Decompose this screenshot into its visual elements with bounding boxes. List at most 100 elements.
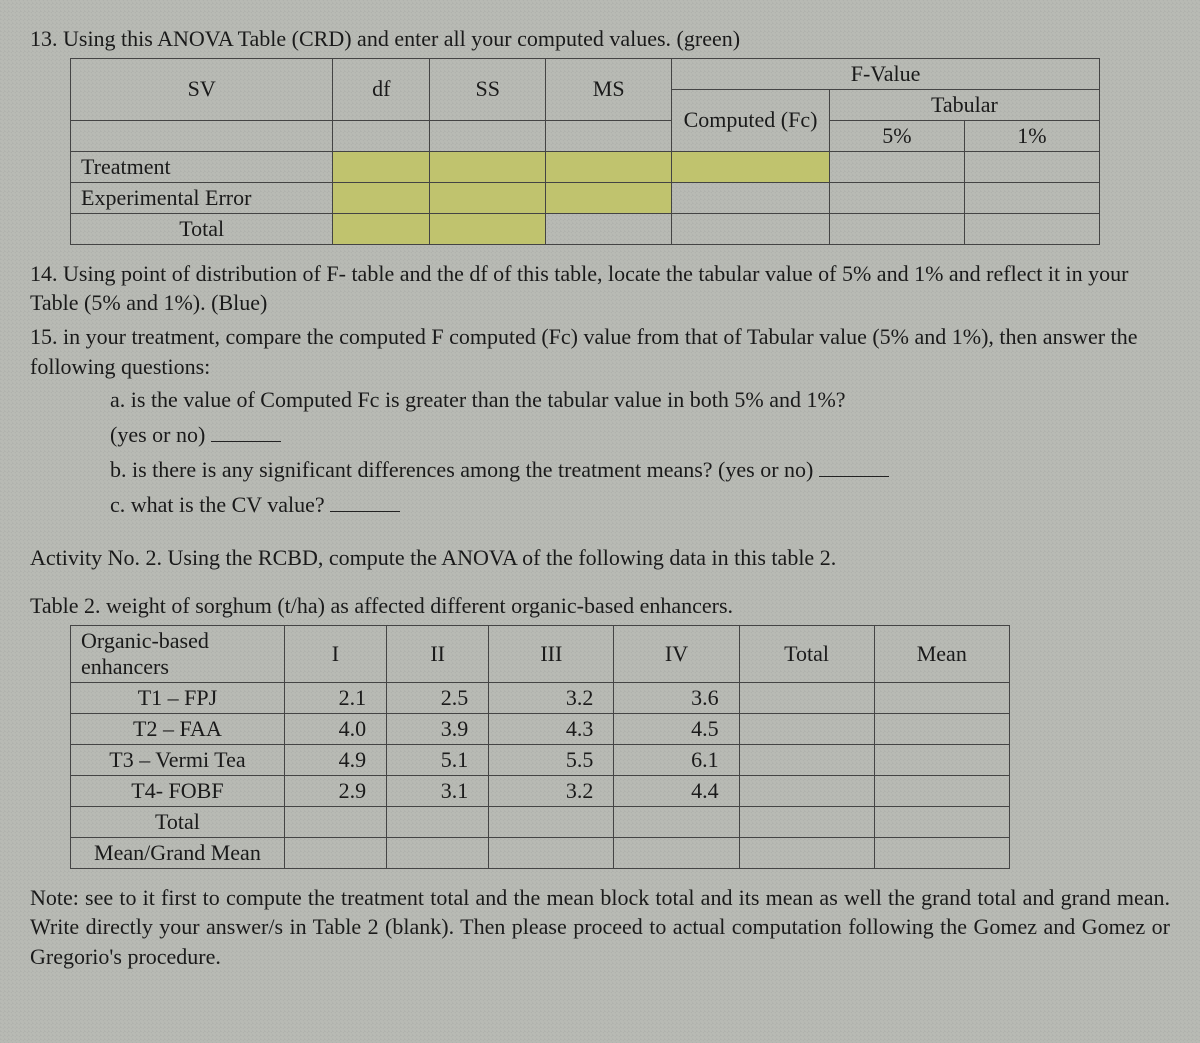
q15-a2: (yes or no) bbox=[110, 422, 205, 447]
table2-caption: Table 2. weight of sorghum (t/ha) as aff… bbox=[30, 591, 1170, 621]
t1-I: 2.1 bbox=[284, 682, 386, 713]
row-error: Experimental Error bbox=[71, 182, 1100, 213]
q15-a2-line: (yes or no) bbox=[110, 419, 1170, 450]
col-mean-II[interactable] bbox=[387, 837, 489, 868]
h-5pct: 5% bbox=[829, 120, 964, 151]
col-total-I[interactable] bbox=[284, 806, 386, 837]
h-ms: MS bbox=[546, 58, 672, 120]
t3-IV: 6.1 bbox=[614, 744, 739, 775]
h2-group: Organic-based enhancers bbox=[71, 625, 285, 682]
h-tabular: Tabular bbox=[829, 89, 1099, 120]
t2-row-total: Total bbox=[71, 806, 1010, 837]
h-fvalue: F-Value bbox=[672, 58, 1100, 89]
t2-row-t3: T3 – Vermi Tea 4.9 5.1 5.5 6.1 bbox=[71, 744, 1010, 775]
cell-err-1 bbox=[964, 182, 1099, 213]
col-mean-IV[interactable] bbox=[614, 837, 739, 868]
t2-row-grand: Mean/Grand Mean bbox=[71, 837, 1010, 868]
t2-row-t4: T4- FOBF 2.9 3.1 3.2 4.4 bbox=[71, 775, 1010, 806]
t2-I: 4.0 bbox=[284, 713, 386, 744]
cell-trt-ms[interactable] bbox=[546, 151, 672, 182]
q14-text: 14. Using point of distribution of F- ta… bbox=[30, 259, 1170, 318]
t2-III: 4.3 bbox=[489, 713, 614, 744]
h2-total: Total bbox=[739, 625, 874, 682]
t1-total[interactable] bbox=[739, 682, 874, 713]
note-text: Note: see to it first to compute the tre… bbox=[30, 883, 1170, 972]
t1-mean[interactable] bbox=[874, 682, 1009, 713]
t3-label: T3 – Vermi Tea bbox=[71, 744, 285, 775]
row-treatment: Treatment bbox=[71, 151, 1100, 182]
col-mean-III[interactable] bbox=[489, 837, 614, 868]
lbl-treatment: Treatment bbox=[71, 151, 333, 182]
h2-II: II bbox=[387, 625, 489, 682]
t2-IV: 4.5 bbox=[614, 713, 739, 744]
grand-total-mean[interactable] bbox=[874, 806, 1009, 837]
blank-b[interactable] bbox=[819, 454, 889, 477]
col-total-II[interactable] bbox=[387, 806, 489, 837]
lbl-total: Total bbox=[71, 213, 333, 244]
cell-err-ms[interactable] bbox=[546, 182, 672, 213]
t2-label: T2 – FAA bbox=[71, 713, 285, 744]
cell-err-ss[interactable] bbox=[430, 182, 546, 213]
q15-lead: 15. in your treatment, compare the compu… bbox=[30, 322, 1170, 381]
h2-IV: IV bbox=[614, 625, 739, 682]
t2-II: 3.9 bbox=[387, 713, 489, 744]
t2-total[interactable] bbox=[739, 713, 874, 744]
t3-II: 5.1 bbox=[387, 744, 489, 775]
t3-mean[interactable] bbox=[874, 744, 1009, 775]
q15-b: b. is there is any significant differenc… bbox=[110, 457, 813, 482]
grand-mean[interactable] bbox=[874, 837, 1009, 868]
h2-mean: Mean bbox=[874, 625, 1009, 682]
t4-total[interactable] bbox=[739, 775, 874, 806]
t4-III: 3.2 bbox=[489, 775, 614, 806]
anova-header-row1: SV df SS MS F-Value bbox=[71, 58, 1100, 89]
t3-I: 4.9 bbox=[284, 744, 386, 775]
cell-tot-ss[interactable] bbox=[430, 213, 546, 244]
h2-I: I bbox=[284, 625, 386, 682]
t2-mean[interactable] bbox=[874, 713, 1009, 744]
t4-label: T4- FOBF bbox=[71, 775, 285, 806]
t2-header: Organic-based enhancers I II III IV Tota… bbox=[71, 625, 1010, 682]
t4-mean[interactable] bbox=[874, 775, 1009, 806]
t2-row-t1: T1 – FPJ 2.1 2.5 3.2 3.6 bbox=[71, 682, 1010, 713]
q15-c-line: c. what is the CV value? bbox=[110, 489, 1170, 520]
t1-IV: 3.6 bbox=[614, 682, 739, 713]
h-computed: Computed (Fc) bbox=[672, 89, 830, 151]
anova-header-row3: 5% 1% bbox=[71, 120, 1100, 151]
t4-IV: 4.4 bbox=[614, 775, 739, 806]
t1-II: 2.5 bbox=[387, 682, 489, 713]
cell-trt-1[interactable] bbox=[964, 151, 1099, 182]
cell-trt-fc[interactable] bbox=[672, 151, 830, 182]
blank-c[interactable] bbox=[330, 489, 400, 512]
anova-table: SV df SS MS F-Value Computed (Fc) Tabula… bbox=[70, 58, 1100, 245]
t2-row-t2: T2 – FAA 4.0 3.9 4.3 4.5 bbox=[71, 713, 1010, 744]
t4-II: 3.1 bbox=[387, 775, 489, 806]
table2: Organic-based enhancers I II III IV Tota… bbox=[70, 625, 1010, 869]
row-total: Total bbox=[71, 213, 1100, 244]
t2-total-label: Total bbox=[71, 806, 285, 837]
blank-a[interactable] bbox=[211, 419, 281, 442]
h-ss: SS bbox=[430, 58, 546, 120]
cell-tot-5 bbox=[829, 213, 964, 244]
h-sv: SV bbox=[71, 58, 333, 120]
grand-total[interactable] bbox=[739, 806, 874, 837]
col-total-III[interactable] bbox=[489, 806, 614, 837]
col-total-IV[interactable] bbox=[614, 806, 739, 837]
cell-trt-df[interactable] bbox=[333, 151, 430, 182]
cell-tot-ms bbox=[546, 213, 672, 244]
t3-total[interactable] bbox=[739, 744, 874, 775]
cell-trt-ss[interactable] bbox=[430, 151, 546, 182]
cell-err-df[interactable] bbox=[333, 182, 430, 213]
cell-trt-5[interactable] bbox=[829, 151, 964, 182]
t4-I: 2.9 bbox=[284, 775, 386, 806]
cell-tot-df[interactable] bbox=[333, 213, 430, 244]
h-1pct: 1% bbox=[964, 120, 1099, 151]
q13-prompt: 13. Using this ANOVA Table (CRD) and ent… bbox=[30, 24, 1170, 54]
gm-total[interactable] bbox=[739, 837, 874, 868]
cell-tot-fc bbox=[672, 213, 830, 244]
q15-c: c. what is the CV value? bbox=[110, 492, 325, 517]
h-df: df bbox=[333, 58, 430, 120]
col-mean-I[interactable] bbox=[284, 837, 386, 868]
t3-III: 5.5 bbox=[489, 744, 614, 775]
cell-tot-1 bbox=[964, 213, 1099, 244]
q15-b-line: b. is there is any significant differenc… bbox=[110, 454, 1170, 485]
